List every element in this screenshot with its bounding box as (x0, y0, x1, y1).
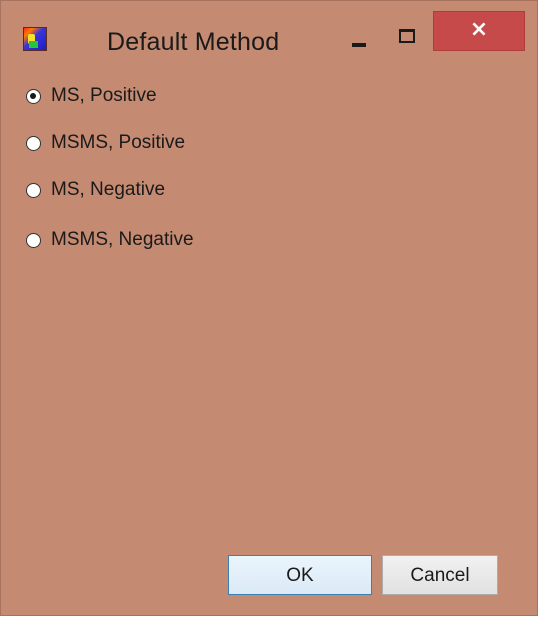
radio-label: MS, Positive (51, 85, 157, 106)
ok-button[interactable]: OK (228, 555, 372, 595)
radio-label: MSMS, Positive (51, 132, 186, 153)
minimize-button[interactable] (335, 21, 383, 55)
radio-label: MSMS, Negative (51, 229, 194, 250)
cancel-button[interactable]: Cancel (382, 555, 498, 595)
radio-button-checked[interactable] (26, 88, 41, 104)
radio-ms-negative[interactable]: MS, Negative (26, 176, 165, 204)
radio-msms-negative[interactable]: MSMS, Negative (26, 226, 194, 254)
close-icon: × (469, 17, 489, 42)
close-button[interactable]: × (433, 11, 525, 51)
radio-button[interactable] (26, 182, 41, 198)
maximize-button[interactable] (383, 21, 431, 55)
app-icon[interactable] (23, 27, 47, 51)
title-bar[interactable]: Default Method × (1, 1, 537, 61)
radio-msms-positive[interactable]: MSMS, Positive (26, 129, 185, 157)
radio-button[interactable] (26, 135, 41, 151)
window-title: Default Method (107, 28, 280, 56)
radio-button[interactable] (26, 232, 41, 248)
radio-ms-positive[interactable]: MS, Positive (26, 82, 157, 110)
radio-label: MS, Negative (51, 179, 166, 200)
